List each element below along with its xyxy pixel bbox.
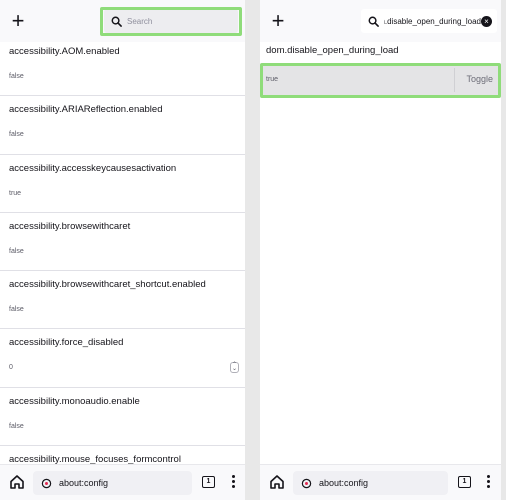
search-input[interactable]: dom.disable_open_during_load: [384, 17, 481, 26]
search-field[interactable]: Search: [104, 9, 238, 33]
menu-icon[interactable]: [485, 475, 491, 491]
pref-row[interactable]: accessibility.browsewithcaret_shortcut.e…: [0, 271, 245, 330]
spinner-icon[interactable]: ⌃ ⌄: [230, 362, 239, 374]
pref-row[interactable]: accessibility.browsewithcaret false: [0, 213, 245, 272]
pref-value: false: [9, 422, 24, 430]
add-preference-button[interactable]: +: [8, 9, 28, 33]
top-toolbar: + Search: [0, 0, 245, 42]
url-text: about:config: [59, 478, 109, 488]
pref-row[interactable]: accessibility.ARIAReflection.enabled fal…: [0, 96, 245, 155]
pref-name: accessibility.monoaudio.enable: [9, 395, 140, 407]
pref-name: accessibility.ARIAReflection.enabled: [9, 104, 163, 116]
pref-row[interactable]: accessibility.AOM.enabled false: [0, 38, 245, 97]
home-icon[interactable]: [269, 474, 285, 490]
tabs-icon[interactable]: 1: [458, 476, 471, 488]
pref-row[interactable]: accessibility.accesskeycausesactivation …: [0, 155, 245, 213]
bottom-toolbar: about:config 1: [0, 464, 245, 500]
home-icon[interactable]: [9, 474, 25, 490]
search-icon: [368, 16, 379, 27]
pref-value[interactable]: 0: [9, 364, 13, 371]
toggle-button[interactable]: Toggle: [466, 74, 493, 84]
firefox-icon: [301, 478, 312, 488]
search-placeholder: Search: [127, 16, 153, 26]
pref-name: dom.disable_open_during_load: [266, 45, 399, 56]
pref-value: false: [9, 306, 24, 314]
pref-name: accessibility.browsewithcaret_shortcut.e…: [9, 279, 206, 291]
right-phone-screen: + dom.disable_open_during_load × dom.dis…: [260, 0, 501, 500]
left-phone-screen: + Search accessibility.AOM.enabled false…: [0, 0, 245, 500]
pref-row[interactable]: accessibility.force_disabled 0 ⌃ ⌄: [0, 329, 245, 388]
menu-icon[interactable]: [230, 475, 236, 491]
pref-value: true: [266, 76, 279, 83]
search-icon: [111, 16, 122, 27]
pref-value: false: [9, 131, 24, 139]
pref-name: accessibility.AOM.enabled: [9, 46, 120, 57]
pref-row[interactable]: accessibility.monoaudio.enable false: [0, 388, 245, 447]
tabs-icon[interactable]: 1: [202, 476, 215, 488]
address-bar[interactable]: about:config: [293, 471, 448, 495]
pref-name: accessibility.force_disabled: [9, 337, 124, 349]
divider: [454, 68, 455, 92]
bottom-toolbar: about:config 1: [260, 464, 501, 500]
pref-value: false: [9, 73, 24, 80]
pref-row-selected[interactable]: true Toggle: [260, 64, 501, 96]
preference-list: accessibility.AOM.enabled false accessib…: [0, 38, 245, 500]
pref-value: true: [9, 189, 22, 197]
address-bar[interactable]: about:config: [33, 471, 192, 495]
search-field[interactable]: dom.disable_open_during_load ×: [361, 9, 497, 33]
pref-name: accessibility.accesskeycausesactivation: [9, 162, 177, 174]
firefox-icon: [41, 478, 52, 488]
pref-name: accessibility.browsewithcaret: [9, 220, 131, 232]
top-toolbar: + dom.disable_open_during_load ×: [260, 0, 501, 42]
pref-value: false: [9, 247, 24, 255]
clear-icon[interactable]: ×: [481, 15, 492, 27]
url-text: about:config: [319, 478, 369, 488]
add-preference-button[interactable]: +: [268, 9, 288, 33]
